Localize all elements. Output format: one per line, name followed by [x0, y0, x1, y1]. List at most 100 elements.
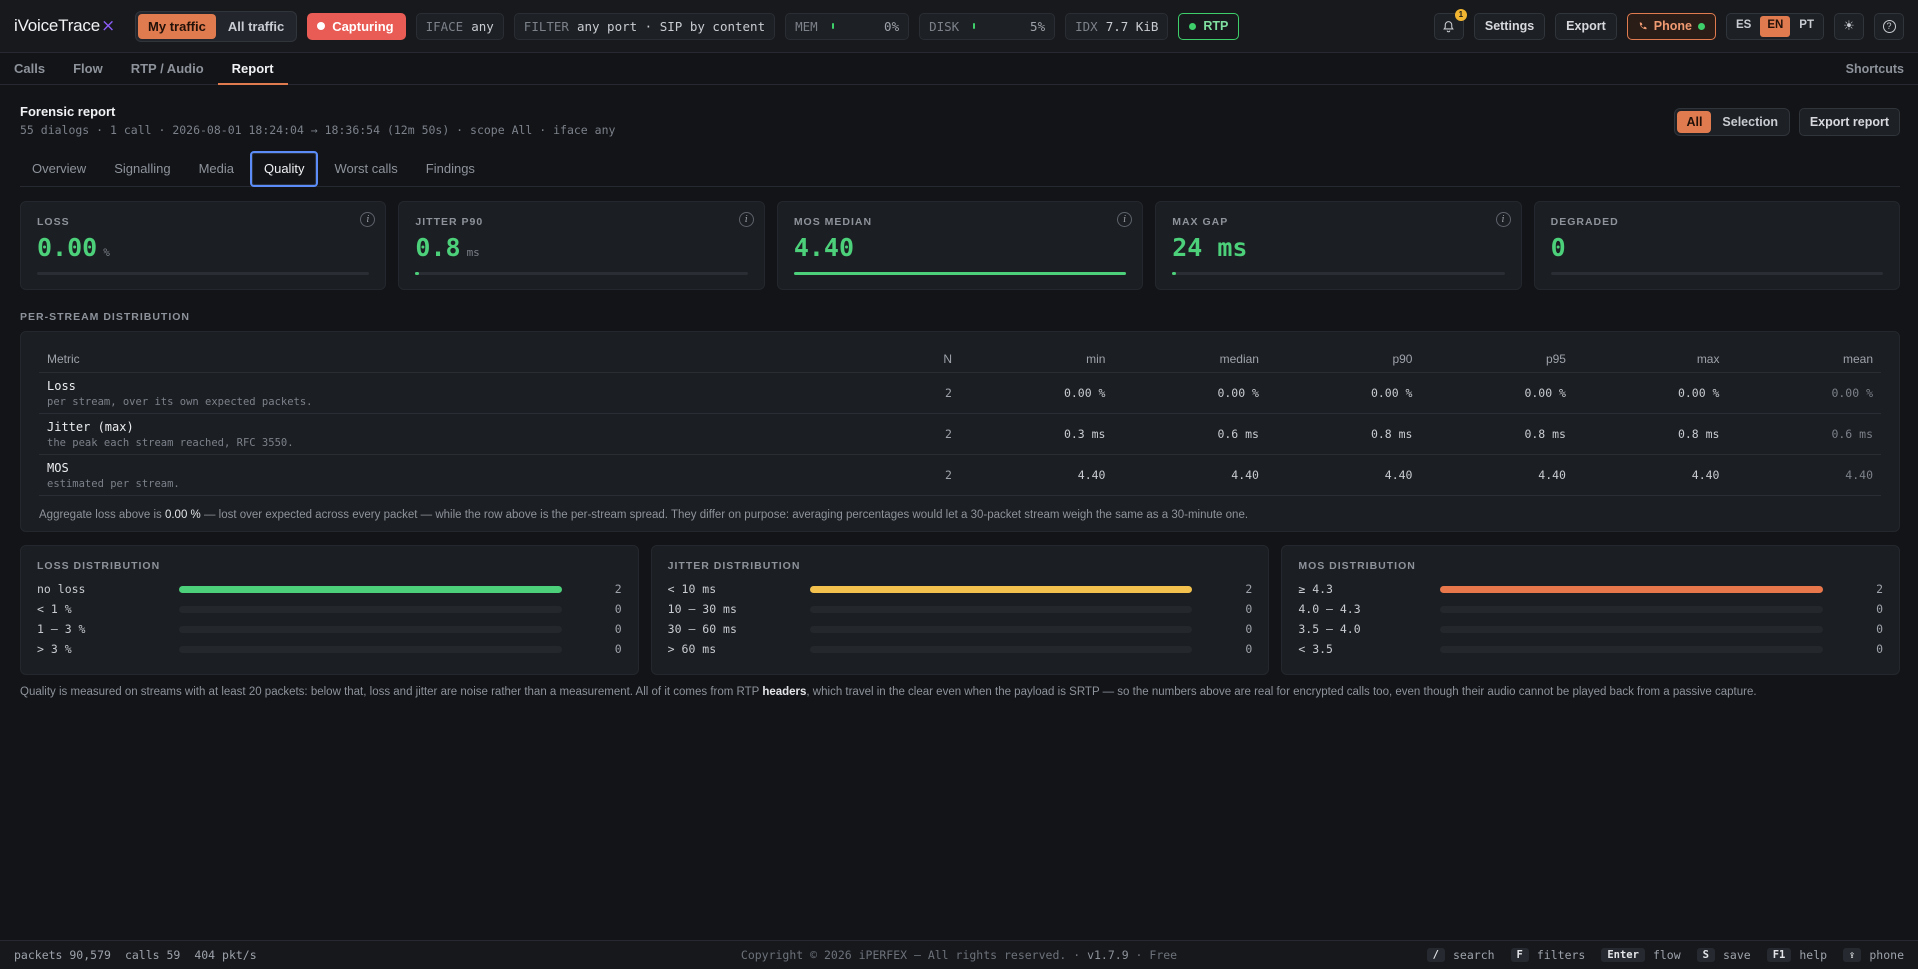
disk-meter: DISK 5%	[919, 12, 1056, 40]
column-header: max	[1573, 346, 1728, 373]
mean-cell: 0.6 ms	[1727, 413, 1881, 455]
bucket-title: JITTER DISTRIBUTION	[667, 560, 801, 572]
record-dot-icon	[317, 22, 326, 30]
all-traffic-button[interactable]: All traffic	[218, 14, 294, 39]
subtab-signalling[interactable]: Signalling	[102, 152, 182, 186]
distribution-table: Metric N min median p90 p95 max mean Los…	[39, 346, 1881, 496]
info-icon[interactable]: i	[360, 212, 376, 227]
idx-chip: IDX 7.7 KiB	[1065, 12, 1169, 40]
subtab-findings[interactable]: Findings	[414, 152, 487, 186]
median-cell: 0.00 %	[1113, 372, 1267, 414]
report-subtabs: Overview Signalling Media Quality Worst …	[20, 150, 1900, 187]
kpi-fill	[1172, 272, 1176, 275]
bucket-label: < 10 ms	[667, 582, 717, 596]
max-cell: 0.8 ms	[1573, 413, 1728, 455]
lang-es-button[interactable]: ES	[1729, 16, 1758, 37]
phone-button[interactable]: Phone	[1626, 12, 1716, 40]
rtp-toggle[interactable]: RTP	[1178, 12, 1240, 40]
bucket-label: ≥ 4.3	[1298, 582, 1333, 596]
metric-desc: per stream, over its own expected packet…	[47, 395, 313, 408]
export-report-button[interactable]: Export report	[1798, 108, 1900, 136]
filter-chip[interactable]: FILTER any port · SIP by content	[513, 12, 776, 40]
app-logo[interactable]: iVoiceTrace ⨯	[14, 16, 115, 36]
median-cell: 4.40	[1113, 454, 1267, 496]
bucket-bar	[1440, 645, 1824, 653]
p95-cell: 4.40	[1420, 454, 1574, 496]
bucket-row: < 1 % 0	[37, 599, 622, 619]
mem-track	[831, 23, 870, 29]
aggregate-note: Aggregate loss above is 0.00 % — lost ov…	[39, 509, 1881, 521]
my-traffic-button[interactable]: My traffic	[138, 13, 216, 39]
subtab-quality[interactable]: Quality	[249, 150, 319, 187]
scope-selection-button[interactable]: Selection	[1713, 111, 1787, 133]
column-header: p90	[1266, 346, 1421, 373]
brand-name: iVoiceTrace	[14, 16, 100, 35]
subtab-overview[interactable]: Overview	[20, 152, 98, 186]
bucket-bar-fill	[1440, 585, 1824, 593]
export-button[interactable]: Export	[1555, 12, 1617, 40]
kpi-fill	[793, 272, 1127, 275]
kpi-label: JITTER P90	[415, 216, 484, 228]
kpi-unit: %	[103, 246, 110, 259]
info-icon[interactable]: i	[1495, 212, 1511, 227]
bucket-label: 30 – 60 ms	[667, 622, 737, 636]
help-button[interactable]: ?	[1874, 12, 1904, 40]
copyright-text: Copyright © 2026 iPERFEX — All rights re…	[740, 948, 1088, 962]
p90-cell: 4.40	[1266, 454, 1421, 496]
bucket-count: 0	[614, 602, 622, 616]
quality-note-bold: headers	[762, 686, 807, 698]
metric-desc: estimated per stream.	[47, 477, 180, 490]
kpi-value-number: 4.40	[793, 233, 855, 262]
lang-pt-button[interactable]: PT	[1792, 16, 1821, 37]
bucket-count: 0	[1876, 602, 1884, 616]
bucket-bar	[179, 585, 562, 593]
column-header: mean	[1727, 346, 1881, 373]
p95-cell: 0.8 ms	[1420, 413, 1574, 455]
max-cell: 4.40	[1573, 454, 1728, 496]
help-icon: ?	[1882, 19, 1896, 33]
metric-desc: the peak each stream reached, RFC 3550.	[47, 436, 294, 449]
kpi-max-gap: MAX GAP 24 ms i	[1155, 201, 1522, 290]
n-cell: 2	[923, 454, 960, 496]
table-row: MOS estimated per stream. 2 4.40 4.40 4.4…	[39, 454, 1881, 496]
kbd-flow: Enter	[1601, 948, 1645, 962]
settings-button[interactable]: Settings	[1473, 12, 1546, 40]
tab-calls[interactable]: Calls	[14, 53, 59, 84]
calls-count: calls 59	[124, 948, 181, 962]
column-header: min	[959, 346, 1114, 373]
shortcuts-link[interactable]: Shortcuts	[1846, 53, 1904, 84]
theme-toggle-button[interactable]: ☀	[1834, 12, 1864, 40]
iface-value: any	[471, 18, 494, 34]
capture-toggle-button[interactable]: Capturing	[307, 12, 406, 40]
hint-phone: phone	[1869, 948, 1904, 962]
subtab-media[interactable]: Media	[187, 152, 246, 186]
bucket-count: 0	[1876, 642, 1884, 656]
bucket-row: ≥ 4.3 2	[1298, 579, 1883, 599]
report-title: Forensic report	[20, 104, 116, 119]
info-icon[interactable]: i	[1117, 212, 1133, 227]
note-prefix: Aggregate loss above is	[39, 509, 165, 521]
tab-report[interactable]: Report	[217, 53, 288, 85]
info-icon[interactable]: i	[738, 212, 754, 227]
hint-filters: filters	[1536, 948, 1586, 962]
bucket-row: > 60 ms 0	[668, 639, 1253, 659]
tab-rtp-audio[interactable]: RTP / Audio	[131, 53, 218, 84]
scope-all-button[interactable]: All	[1677, 111, 1712, 133]
iface-chip[interactable]: IFACE any	[415, 12, 504, 40]
bucket-bar	[1440, 625, 1824, 633]
bucket-row: < 10 ms 2	[668, 579, 1253, 599]
status-bar: packets 90,579 calls 59 404 pkt/s Copyri…	[0, 940, 1918, 969]
sun-icon: ☀	[1843, 18, 1855, 33]
kpi-jitter-p90: JITTER P90 0.8 ms i	[398, 201, 765, 290]
bucket-row: 3.5 – 4.0 0	[1298, 619, 1883, 639]
kpi-fill	[415, 272, 419, 275]
bucket-bar	[809, 605, 1193, 613]
tab-flow[interactable]: Flow	[73, 53, 117, 84]
subtab-worst-calls[interactable]: Worst calls	[322, 152, 409, 186]
notifications-button[interactable]: 1	[1433, 8, 1467, 40]
jitter-distribution-panel: JITTER DISTRIBUTION < 10 ms 2 10 – 30 ms 0…	[650, 545, 1270, 675]
kpi-track	[793, 272, 1127, 275]
median-cell: 0.6 ms	[1113, 413, 1267, 455]
column-header: N	[923, 346, 960, 373]
lang-en-button[interactable]: EN	[1760, 15, 1791, 37]
